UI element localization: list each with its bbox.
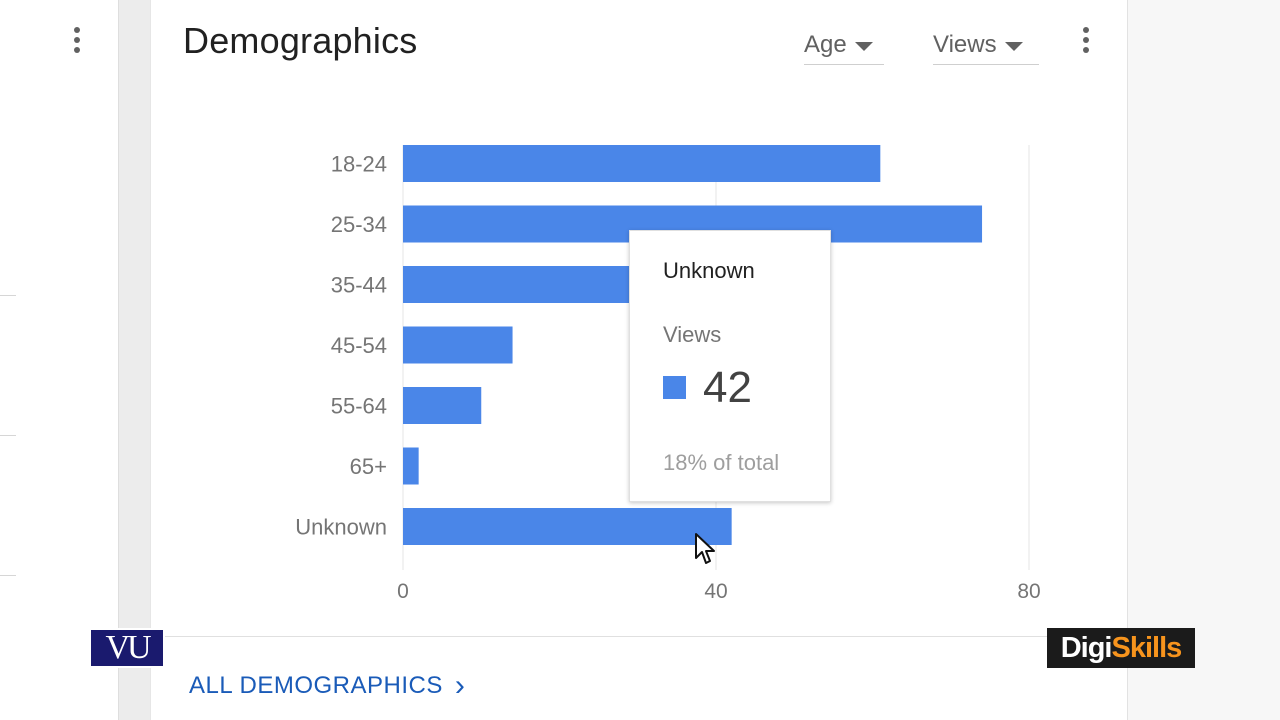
left-card-divider (0, 575, 16, 576)
chart-tooltip: Unknown Views 42 18% of total (629, 230, 831, 502)
tooltip-value: 42 (703, 363, 752, 412)
vu-logo: VU (89, 628, 165, 668)
all-demographics-label: ALL DEMOGRAPHICS (189, 672, 443, 699)
chevron-right-icon: › (454, 669, 466, 702)
left-card (0, 0, 119, 720)
tooltip-title: Unknown (663, 258, 755, 283)
category-label: 65+ (350, 454, 387, 479)
category-label: 35-44 (331, 273, 387, 298)
category-label: 18-24 (331, 152, 387, 177)
bar-65-[interactable] (403, 447, 419, 485)
digiskills-logo-part2: Skills (1111, 631, 1183, 664)
x-tick-label: 40 (704, 580, 727, 603)
left-card-more-icon[interactable] (73, 27, 81, 53)
bar-35-44[interactable] (403, 266, 630, 303)
bar-55-64[interactable] (403, 387, 482, 424)
vu-logo-text: VU (105, 629, 151, 666)
mouse-cursor-icon (695, 533, 715, 564)
left-card-divider (0, 435, 16, 436)
tooltip-metric: Views (663, 322, 722, 347)
left-card-divider (0, 295, 16, 296)
bar-18-24[interactable] (403, 145, 881, 182)
tooltip-share: 18% of total (663, 450, 780, 475)
right-card (1127, 0, 1280, 720)
category-label: 25-34 (331, 212, 387, 237)
category-label: 55-64 (331, 394, 387, 419)
tooltip-swatch (663, 376, 686, 399)
x-tick-label: 0 (397, 580, 409, 603)
x-tick-label: 80 (1017, 580, 1040, 603)
footer-divider (151, 636, 1127, 637)
bar-unknown[interactable] (403, 508, 732, 545)
digiskills-logo-part1: Digi (1060, 631, 1113, 664)
all-demographics-link[interactable]: ALL DEMOGRAPHICS › (189, 669, 466, 702)
digiskills-logo: Digi Skills (1047, 628, 1195, 668)
category-label: 45-54 (331, 333, 387, 358)
category-label: Unknown (295, 515, 387, 540)
bar-45-54[interactable] (403, 326, 513, 364)
